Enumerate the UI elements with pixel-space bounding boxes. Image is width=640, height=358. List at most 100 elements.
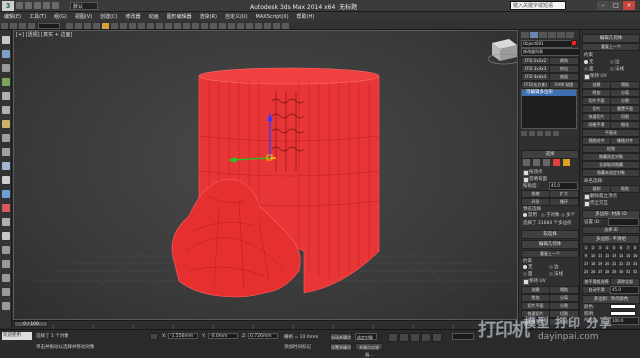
smoothing-group-32[interactable]: 32: [632, 268, 638, 275]
auto-smooth-field[interactable]: 45.0: [610, 286, 639, 294]
smoothing-group-4[interactable]: 4: [604, 244, 610, 251]
pin-stack-icon[interactable]: [521, 131, 527, 136]
smoothing-group-10[interactable]: 10: [590, 252, 596, 259]
graphite-icon[interactable]: [228, 23, 236, 29]
selected-object-dropdown[interactable]: 选定对象: [355, 333, 377, 340]
side-cut-button[interactable]: 切割: [610, 113, 640, 121]
link-icon[interactable]: [19, 23, 26, 29]
smoothing-group-18[interactable]: 18: [590, 260, 596, 267]
side-none-radio[interactable]: [584, 60, 588, 64]
preview-multi-radio[interactable]: [561, 213, 565, 217]
constraint-none-radio[interactable]: [523, 265, 527, 269]
ribbon-tool-10-icon[interactable]: [2, 162, 10, 170]
constraint-face-radio[interactable]: [523, 272, 527, 276]
key-filters-button[interactable]: 关键点过滤器...: [355, 343, 383, 357]
set-key-button[interactable]: 设置关键点: [330, 343, 352, 350]
current-frame-field[interactable]: [452, 333, 474, 340]
ribbon-tool-3-icon[interactable]: [2, 64, 10, 72]
redo-icon[interactable]: [52, 2, 59, 9]
ribbon-tool-4-icon[interactable]: [2, 78, 10, 86]
mirror-icon[interactable]: [201, 23, 209, 29]
rendered-frame-icon[interactable]: [273, 23, 281, 29]
smoothing-group-14[interactable]: 14: [618, 252, 624, 259]
side-slice-button[interactable]: 切片: [582, 105, 611, 113]
minimize-icon[interactable]: –: [597, 1, 609, 10]
menu-graph-editors[interactable]: 图形编辑器: [163, 12, 196, 22]
set-id-field[interactable]: [608, 218, 639, 226]
side-quickslice-button[interactable]: 快速切片: [582, 113, 611, 121]
redo-tool-icon[interactable]: [10, 23, 17, 29]
maxscript-listener[interactable]: 欢迎使用 MAXScr: [2, 332, 32, 346]
grow-button[interactable]: 扩大: [549, 190, 579, 198]
select-by-sg-button[interactable]: 按平滑组选择: [582, 278, 611, 286]
element-icon[interactable]: [563, 159, 570, 166]
surface-modifier-button[interactable]: 曲面: [549, 73, 579, 81]
side-reset-plane-button[interactable]: 重置平面: [610, 105, 640, 113]
smoothing-group-27[interactable]: 27: [597, 268, 603, 275]
side-split-button[interactable]: 分割: [610, 97, 640, 105]
ribbon-tool-11-icon[interactable]: [2, 176, 10, 184]
remove-modifier-icon[interactable]: [545, 131, 551, 136]
viewcube[interactable]: [487, 39, 518, 65]
smoothing-group-28[interactable]: 28: [604, 268, 610, 275]
side-normal-radio[interactable]: [610, 67, 614, 71]
by-angle-field[interactable]: 45.0: [549, 182, 578, 190]
new-file-icon[interactable]: [16, 2, 23, 9]
prev-frame-icon[interactable]: [399, 333, 409, 342]
side-msmooth-button[interactable]: 网格平滑: [582, 121, 611, 129]
named-selection-icon[interactable]: [192, 23, 200, 29]
display-tab-icon[interactable]: [557, 32, 565, 38]
menu-modifiers[interactable]: 修改器: [122, 12, 145, 22]
stack-item-editable-poly[interactable]: 可编辑多边形: [522, 90, 576, 96]
grid-align-button[interactable]: 栅格对齐: [610, 137, 640, 145]
ribbon-tool-16-icon[interactable]: [2, 246, 10, 254]
create-tab-icon[interactable]: [521, 32, 529, 38]
menu-rendering[interactable]: 渲染(R): [196, 12, 221, 22]
polygon-icon[interactable]: [553, 159, 560, 166]
select-id-button[interactable]: 选择 ID: [582, 226, 640, 234]
smoothing-group-29[interactable]: 29: [611, 268, 617, 275]
ribbon-tool-6-icon[interactable]: [2, 106, 10, 114]
auto-key-button[interactable]: 自动关键点: [330, 333, 352, 340]
paste-button[interactable]: 粘贴: [610, 185, 640, 193]
smoothing-group-19[interactable]: 19: [597, 260, 603, 267]
side-collapse-button[interactable]: 塌陷: [610, 81, 640, 89]
side-detach-button[interactable]: 分离: [610, 89, 640, 97]
spinner-snap-icon[interactable]: [183, 23, 191, 29]
smoothing-group-23[interactable]: 23: [625, 260, 631, 267]
configure-sets-icon[interactable]: [553, 131, 559, 136]
selection-filter-dropdown[interactable]: [38, 23, 60, 29]
side-tessellate-button[interactable]: 细化: [610, 121, 640, 129]
constraint-edge-radio[interactable]: [549, 265, 553, 269]
clear-all-button[interactable]: 清除全部: [610, 278, 640, 286]
bevel-modifier-button[interactable]: 倒角: [549, 57, 579, 65]
ribbon-tool-9-icon[interactable]: [2, 148, 10, 156]
ribbon-tool-18-icon[interactable]: [2, 274, 10, 282]
pivot-icon[interactable]: [138, 23, 146, 29]
motion-tab-icon[interactable]: [548, 32, 556, 38]
unhide-all-button[interactable]: 全部取消隐藏: [582, 161, 640, 169]
split-button[interactable]: 分割: [549, 302, 579, 310]
ribbon-tool-1-icon[interactable]: [2, 36, 10, 44]
preview-off-radio[interactable]: [523, 213, 527, 217]
menu-create[interactable]: 创建(C): [96, 12, 121, 22]
attach-button[interactable]: 附加: [521, 294, 550, 302]
perspective-viewport[interactable]: [13, 30, 518, 320]
smoothing-group-1[interactable]: 1: [583, 244, 589, 251]
hierarchy-tab-icon[interactable]: [539, 32, 547, 38]
ribbon-tool-17-icon[interactable]: [2, 260, 10, 268]
ribbon-tool-5-icon[interactable]: [2, 92, 10, 100]
time-slider[interactable]: 0 / 100: [14, 321, 48, 327]
color-swatch[interactable]: [610, 304, 636, 309]
smoothing-group-13[interactable]: 13: [611, 252, 617, 259]
object-name-field[interactable]: Object001: [521, 40, 572, 48]
smoothing-group-5[interactable]: 5: [611, 244, 617, 251]
ribbon-tool-14-icon[interactable]: [2, 218, 10, 226]
smoothing-group-17[interactable]: 17: [583, 260, 589, 267]
smoothing-group-15[interactable]: 15: [625, 252, 631, 259]
loop-button[interactable]: 循环: [549, 198, 579, 206]
make-planar-button[interactable]: 平面化: [582, 129, 640, 137]
smoothing-group-22[interactable]: 22: [618, 260, 624, 267]
selection-rollout-header[interactable]: 选择: [521, 150, 579, 159]
shrink-button[interactable]: 收缩: [521, 190, 550, 198]
